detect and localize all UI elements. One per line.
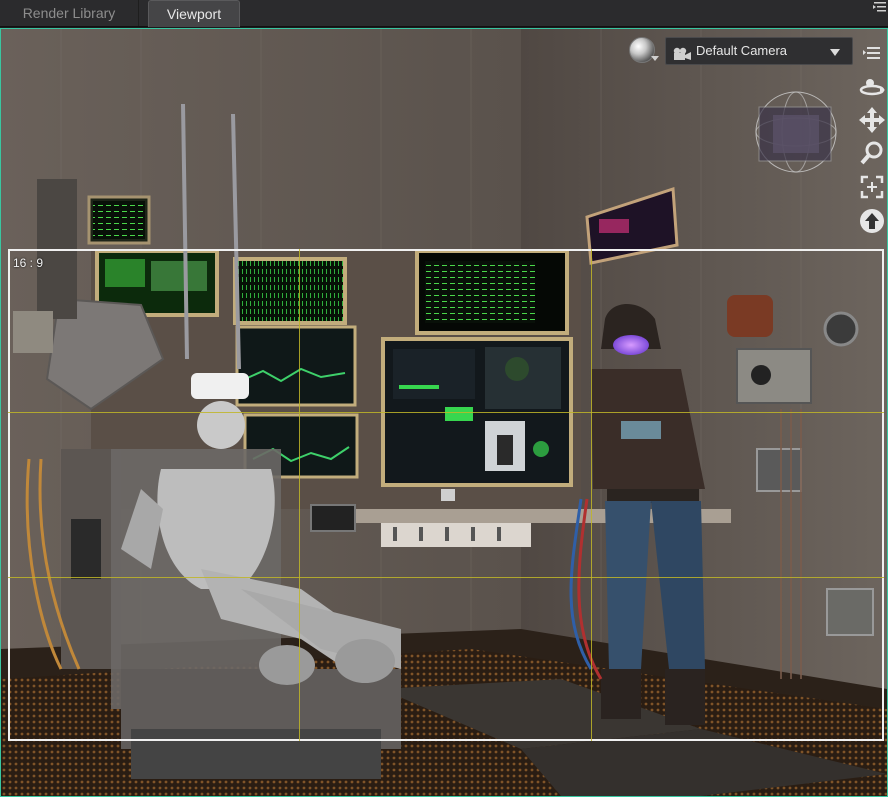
- chevron-down-icon: [830, 49, 840, 56]
- zoom-magnifier-icon[interactable]: [858, 139, 886, 167]
- tab-render-library[interactable]: Render Library: [0, 0, 139, 26]
- aspect-ratio-label: 16 : 9: [13, 256, 44, 270]
- reset-up-icon[interactable]: [858, 207, 886, 235]
- pan-move-icon[interactable]: [858, 106, 886, 134]
- render-frame: [8, 249, 884, 741]
- viewport-canvas[interactable]: Default Camera 16: 9: [0, 28, 888, 797]
- thirds-guide-horizontal-bottom: [8, 577, 884, 578]
- thirds-guide-vertical-right: [591, 249, 592, 741]
- frame-fit-icon[interactable]: [858, 173, 886, 201]
- view-cube-icon[interactable]: [753, 89, 839, 175]
- camera-select[interactable]: Default Camera: [665, 37, 853, 65]
- video-camera-icon: [672, 44, 692, 70]
- tab-viewport[interactable]: Viewport: [148, 0, 240, 27]
- viewport-options-menu-icon[interactable]: [858, 39, 886, 67]
- tab-bar: Render Library Viewport: [0, 0, 888, 27]
- thirds-guide-vertical-left: [299, 249, 300, 741]
- shading-caret-icon[interactable]: [651, 56, 659, 61]
- orbit-icon[interactable]: [858, 73, 886, 101]
- thirds-guide-horizontal-top: [8, 412, 884, 413]
- camera-select-value: Default Camera: [696, 43, 788, 58]
- list-menu-icon[interactable]: [872, 0, 888, 26]
